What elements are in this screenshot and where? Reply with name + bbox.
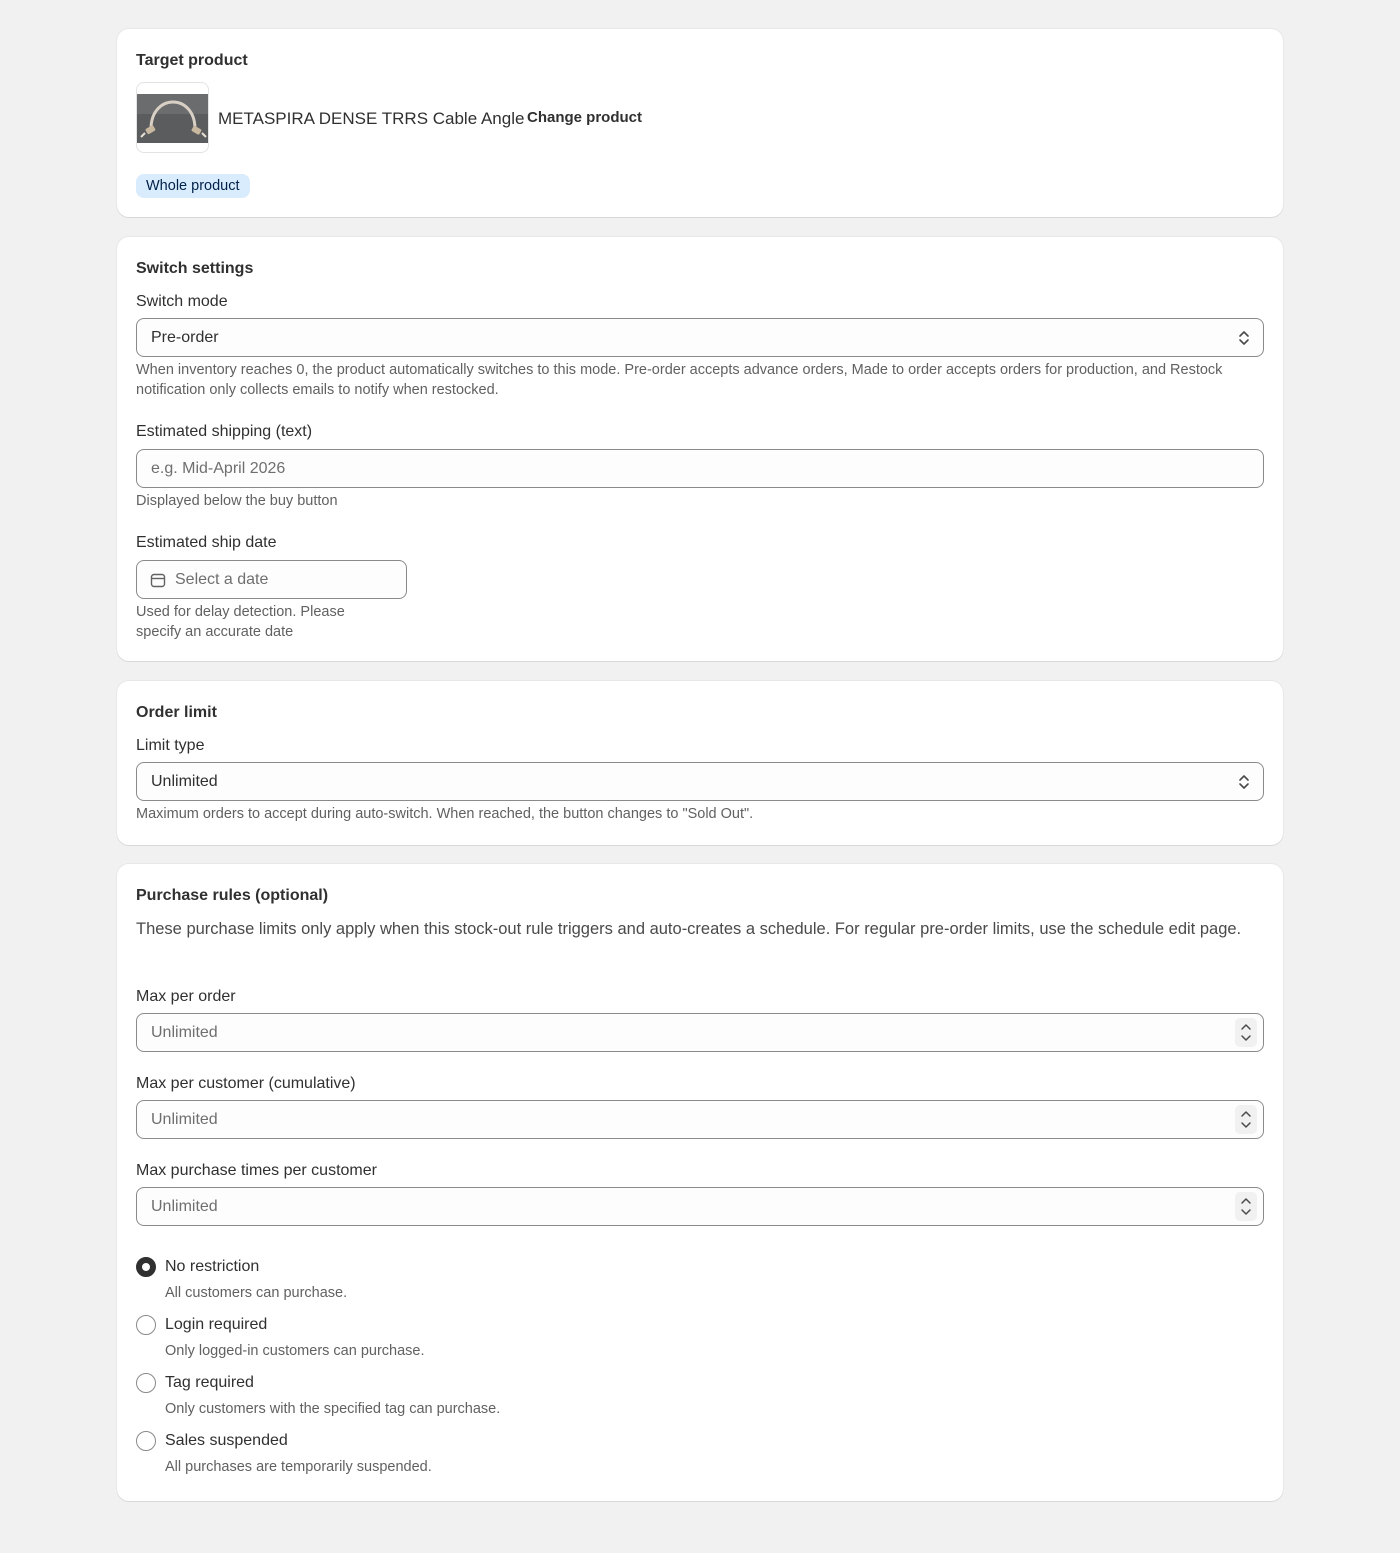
change-product-button[interactable]: Change product bbox=[527, 108, 642, 128]
stepper-arrows-icon bbox=[1241, 1198, 1251, 1215]
max-times-placeholder: Unlimited bbox=[151, 1197, 218, 1215]
switch-mode-select[interactable]: Pre-order bbox=[136, 318, 1264, 357]
stepper-arrows-icon bbox=[1241, 1111, 1251, 1128]
ship-date-picker[interactable]: Select a date bbox=[136, 560, 407, 599]
stepper-arrows-icon bbox=[1241, 1024, 1251, 1041]
order-limit-title: Order limit bbox=[136, 704, 217, 721]
limit-type-help: Maximum orders to accept during auto-swi… bbox=[136, 806, 754, 822]
radio-help: All customers can purchase. bbox=[165, 1285, 348, 1301]
radio-help: Only logged-in customers can purchase. bbox=[165, 1343, 425, 1359]
radio-label: No restriction bbox=[165, 1258, 260, 1275]
max-per-order-input[interactable]: Unlimited bbox=[136, 1013, 1264, 1052]
select-chevron-icon bbox=[1239, 330, 1249, 345]
ship-date-placeholder: Select a date bbox=[175, 570, 269, 588]
switch-mode-help: When inventory reaches 0, the product au… bbox=[136, 362, 1223, 398]
product-thumbnail bbox=[136, 82, 209, 153]
max-times-label: Max purchase times per customer bbox=[136, 1162, 377, 1179]
max-per-customer-placeholder: Unlimited bbox=[151, 1110, 218, 1128]
switch-settings-title: Switch settings bbox=[136, 260, 254, 277]
radio-label: Login required bbox=[165, 1316, 268, 1333]
estimated-shipping-help: Displayed below the buy button bbox=[136, 493, 338, 509]
switch-mode-label: Switch mode bbox=[136, 293, 228, 310]
cable-thumbnail-icon bbox=[137, 94, 208, 143]
purchase-rules-title: Purchase rules (optional) bbox=[136, 887, 329, 904]
estimated-shipping-input[interactable]: e.g. Mid-April 2026 bbox=[136, 449, 1264, 488]
target-product-title: Target product bbox=[136, 52, 248, 69]
max-per-customer-input[interactable]: Unlimited bbox=[136, 1100, 1264, 1139]
radio-button[interactable] bbox=[136, 1373, 156, 1393]
purchase-rules-description: These purchase limits only apply when th… bbox=[136, 920, 1242, 938]
radio-button[interactable] bbox=[136, 1257, 156, 1277]
number-stepper[interactable] bbox=[1235, 1018, 1257, 1047]
switch-settings-card: Switch settings Switch mode Pre-order Wh… bbox=[117, 237, 1283, 661]
estimated-shipping-placeholder: e.g. Mid-April 2026 bbox=[151, 459, 286, 477]
max-times-input[interactable]: Unlimited bbox=[136, 1187, 1264, 1226]
radio-button[interactable] bbox=[136, 1431, 156, 1451]
limit-type-value: Unlimited bbox=[151, 772, 218, 790]
number-stepper[interactable] bbox=[1235, 1192, 1257, 1221]
switch-mode-value: Pre-order bbox=[151, 328, 219, 346]
order-limit-card: Order limit Limit type Unlimited Maximum… bbox=[117, 681, 1283, 845]
number-stepper[interactable] bbox=[1235, 1105, 1257, 1134]
radio-label: Sales suspended bbox=[165, 1432, 288, 1449]
select-chevron-icon bbox=[1239, 774, 1249, 789]
limit-type-label: Limit type bbox=[136, 737, 205, 754]
radio-help: All purchases are temporarily suspended. bbox=[165, 1459, 432, 1475]
max-per-order-label: Max per order bbox=[136, 988, 236, 1005]
max-per-customer-label: Max per customer (cumulative) bbox=[136, 1075, 356, 1092]
product-name: METASPIRA DENSE TRRS Cable Angle bbox=[218, 109, 525, 128]
radio-label: Tag required bbox=[165, 1374, 254, 1391]
whole-product-badge: Whole product bbox=[136, 174, 250, 198]
max-per-order-placeholder: Unlimited bbox=[151, 1023, 218, 1041]
ship-date-label: Estimated ship date bbox=[136, 534, 277, 551]
radio-help: Only customers with the specified tag ca… bbox=[165, 1401, 501, 1417]
purchase-rules-card: Purchase rules (optional) These purchase… bbox=[117, 864, 1283, 1501]
limit-type-select[interactable]: Unlimited bbox=[136, 762, 1264, 801]
ship-date-help: Used for delay detection. Please specify… bbox=[136, 604, 345, 640]
radio-button[interactable] bbox=[136, 1315, 156, 1335]
estimated-shipping-label: Estimated shipping (text) bbox=[136, 423, 313, 440]
target-product-card: Target product METASPIRA DENSE TRRS Cabl… bbox=[117, 29, 1283, 217]
calendar-icon bbox=[150, 573, 166, 587]
